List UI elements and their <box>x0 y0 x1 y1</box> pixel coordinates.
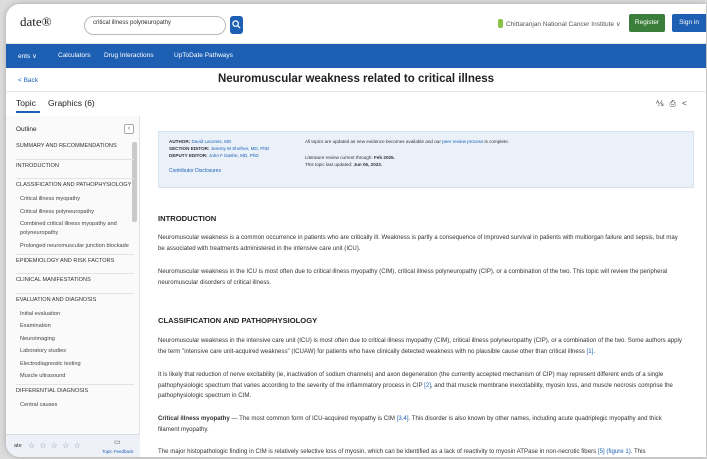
deputy-editor-link[interactable]: John F Dashe, MD, PhD <box>209 153 259 158</box>
deputy-editor-line: DEPUTY EDITOR: John F Dashe, MD, PhD <box>169 153 259 158</box>
contributor-disclosures-link[interactable]: Contributor Disclosures <box>169 168 221 174</box>
rate-label: ate <box>14 443 22 449</box>
author-line: AUTHOR: David Lacomis, MD <box>169 139 232 144</box>
sidebar-footer: ate ☆ ☆ ☆ ☆ ☆ ▭ Topic Feedback <box>6 434 140 457</box>
reference-link[interactable]: [5] <box>598 448 605 455</box>
outline-subitem[interactable]: Muscle ultrasound <box>20 373 65 379</box>
cim-subheading: Critical illness myopathy <box>158 415 230 422</box>
outline-subitem[interactable]: Critical illness myopathy <box>20 196 80 202</box>
reference-link[interactable]: [3,4] <box>397 415 409 422</box>
literature-review-line: Literature review current through: Feb 2… <box>305 155 395 160</box>
intro-paragraph-2: Neuromuscular weakness in the ICU is mos… <box>158 268 668 286</box>
nav-calculators[interactable]: Calculators <box>58 52 91 59</box>
section-heading-classification: CLASSIFICATION AND PATHOPHYSIOLOGY <box>158 316 318 325</box>
cim-paragraph: Critical illness myopathy — The most com… <box>158 415 662 433</box>
reference-link[interactable]: [1] <box>587 348 594 355</box>
outline-subitem[interactable]: Critical illness polyneuropathy <box>20 209 94 215</box>
institution-menu[interactable]: Chittaranjan National Cancer Institute ∨ <box>506 20 621 28</box>
topic-content: AUTHOR: David Lacomis, MD SECTION EDITOR… <box>140 116 706 457</box>
histopathology-paragraph: The major histopathologic finding in CIM… <box>158 448 646 455</box>
page-title: Neuromuscular weakness related to critic… <box>217 73 495 85</box>
tabs-row: Topic Graphics (6) ⅍⎙< <box>6 92 706 114</box>
feedback-icon[interactable]: ▭ <box>114 438 121 446</box>
last-updated-line: This topic last updated: Jun 05, 2023. <box>305 162 383 167</box>
outline-subitem[interactable]: Examination <box>20 323 51 329</box>
outline-divider <box>16 384 134 385</box>
nav-drug-interactions[interactable]: Drug Interactions <box>104 52 154 59</box>
search-input[interactable]: critical illness polyneuropathy <box>84 16 226 35</box>
outline-subitem[interactable]: Electrodiagnostic testing <box>20 361 81 367</box>
register-button[interactable]: Register <box>629 14 665 32</box>
figure-link[interactable]: (figure 1) <box>605 448 630 455</box>
outline-item[interactable]: EPIDEMIOLOGY AND RISK FACTORS <box>16 258 114 264</box>
search-button[interactable] <box>230 16 243 34</box>
outline-subitem[interactable]: Neuroimaging <box>20 336 55 342</box>
outline-item[interactable]: CLASSIFICATION AND PATHOPHYSIOLOGY <box>16 182 131 188</box>
section-editor-link[interactable]: Jeremy M Shefner, MD, PhD <box>211 146 269 151</box>
outline-subitem[interactable]: polyneuropathy <box>20 230 58 236</box>
author-link[interactable]: David Lacomis, MD <box>191 139 231 144</box>
collapse-sidebar-button[interactable]: ‹ <box>124 124 134 134</box>
topic-tools: ⅍⎙< <box>656 99 693 109</box>
topic-feedback-link[interactable]: Topic Feedback <box>102 449 134 454</box>
institution-name: Chittaranjan National Cancer Institute <box>506 21 615 28</box>
share-icon[interactable]: < <box>682 99 693 108</box>
font-size-icon[interactable]: ⅍ <box>656 99 670 108</box>
outline-item[interactable]: EVALUATION AND DIAGNOSIS <box>16 297 96 303</box>
intro-paragraph-1: Neuromuscular weakness is a common occur… <box>158 234 678 252</box>
print-icon[interactable]: ⎙ <box>670 99 682 108</box>
outline-divider <box>16 253 134 255</box>
outline-sidebar: Outline ‹ SUMMARY AND RECOMMENDATIONS INT… <box>6 116 140 457</box>
main-nav: ents ∨ Calculators Drug Interactions UpT… <box>6 44 706 68</box>
nav-contents[interactable]: ents ∨ <box>18 52 37 60</box>
institution-icon <box>498 19 503 28</box>
reference-link[interactable]: [2] <box>424 382 431 389</box>
classification-paragraph-2: It is likely that reduction of nerve exc… <box>158 371 673 399</box>
search-input-value: critical illness polyneuropathy <box>93 20 172 26</box>
outline-subitem[interactable]: Central causes <box>20 402 57 408</box>
sidebar-scrollbar[interactable] <box>132 142 137 222</box>
uptodate-logo[interactable]: date® <box>20 14 52 30</box>
search-icon <box>232 20 241 29</box>
app-window: date® critical illness polyneuropathy × … <box>6 4 706 457</box>
outline-divider <box>16 292 134 294</box>
outline-item[interactable]: SUMMARY AND RECOMMENDATIONS <box>16 143 117 149</box>
outline-subitem[interactable]: Laboratory studies <box>20 348 66 354</box>
outline-divider <box>16 178 134 179</box>
outline-item[interactable]: DIFFERENTIAL DIAGNOSIS <box>16 388 88 394</box>
outline-heading: Outline <box>16 126 37 133</box>
active-tab-indicator <box>16 111 40 113</box>
tab-graphics[interactable]: Graphics (6) <box>48 98 95 108</box>
nav-pathways[interactable]: UpToDate Pathways <box>174 52 233 59</box>
outline-subitem[interactable]: Initial evaluation <box>20 311 60 317</box>
outline-divider <box>16 158 134 160</box>
outline-subitem[interactable]: Prolonged neuromuscular junction blockad… <box>20 243 129 249</box>
author-info-box: AUTHOR: David Lacomis, MD SECTION EDITOR… <box>158 131 694 188</box>
title-row: < Back Neuromuscular weakness related to… <box>6 68 706 92</box>
section-editor-line: SECTION EDITOR: Jeremy M Shefner, MD, Ph… <box>169 146 270 151</box>
outline-subitem[interactable]: Combined critical illness myopathy and <box>20 221 117 227</box>
classification-paragraph-1: Neuromuscular weakness in the intensive … <box>158 337 682 355</box>
rating-stars[interactable]: ☆ ☆ ☆ ☆ ☆ <box>28 441 82 450</box>
update-policy-text: All topics are updated as new evidence b… <box>305 139 510 144</box>
outline-item[interactable]: INTRODUCTION <box>16 163 59 169</box>
outline-divider <box>16 273 134 274</box>
close-icon[interactable]: × <box>142 17 147 27</box>
signin-button[interactable]: Sign in <box>672 14 706 32</box>
outline-item[interactable]: CLINICAL MANIFESTATIONS <box>16 277 91 283</box>
tab-topic[interactable]: Topic <box>16 98 36 108</box>
peer-review-link[interactable]: peer review process <box>442 139 483 144</box>
top-header: date® critical illness polyneuropathy × … <box>6 4 706 44</box>
section-heading-introduction: INTRODUCTION <box>158 214 217 223</box>
